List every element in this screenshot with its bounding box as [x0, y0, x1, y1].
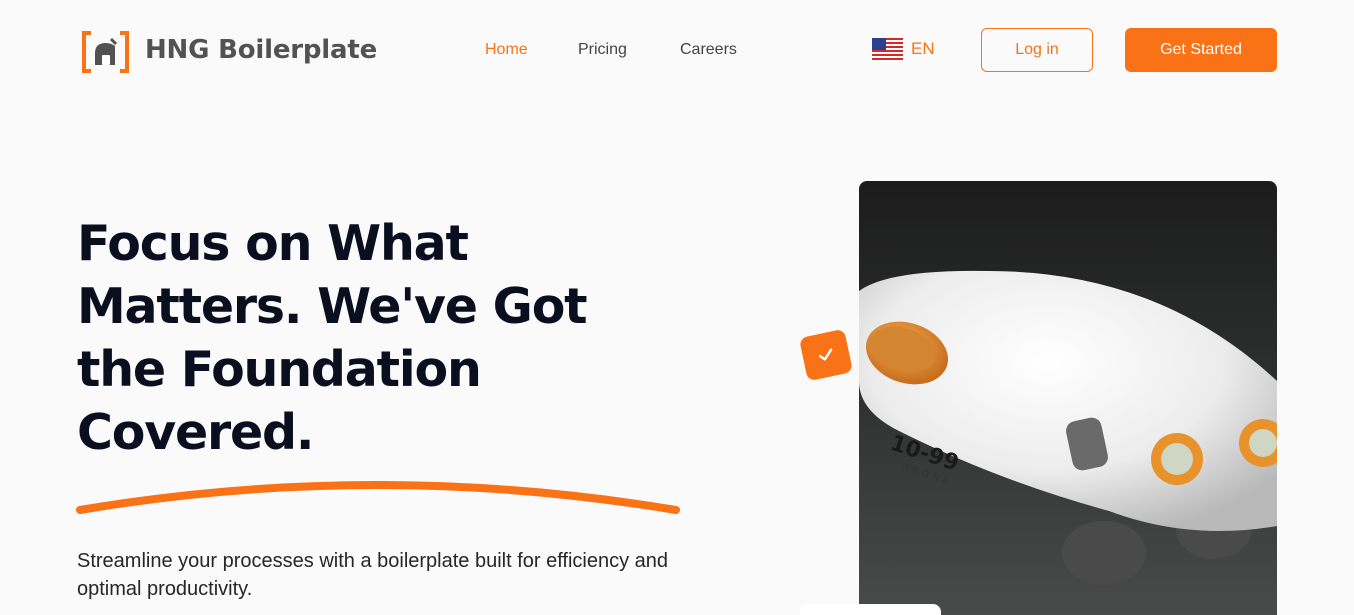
drone-illustration: 10-99 DRONE	[859, 270, 1277, 585]
language-label: EN	[911, 39, 935, 58]
logo[interactable]	[81, 31, 130, 73]
hero-subtitle: Streamline your processes with a boilerp…	[77, 550, 669, 600]
title-underline	[76, 481, 680, 514]
nav-pricing[interactable]: Pricing	[578, 40, 627, 60]
us-flag-icon	[872, 38, 903, 60]
check-badge	[798, 328, 854, 382]
language-selector[interactable]: EN	[872, 38, 935, 60]
checkmark-icon	[818, 348, 833, 361]
nav-home[interactable]: Home	[485, 40, 528, 60]
get-started-button[interactable]: Get Started	[1125, 28, 1277, 72]
hero-image: 10-99 DRONE	[859, 181, 1277, 615]
hero-title: Focus on What Matters. We've Got the Fou…	[77, 215, 588, 461]
floating-card	[800, 604, 941, 615]
bracket-logo-icon	[82, 31, 129, 73]
nav-careers[interactable]: Careers	[680, 40, 737, 60]
login-button[interactable]: Log in	[981, 28, 1093, 72]
brand-name[interactable]: HNG Boilerplate	[145, 33, 377, 67]
